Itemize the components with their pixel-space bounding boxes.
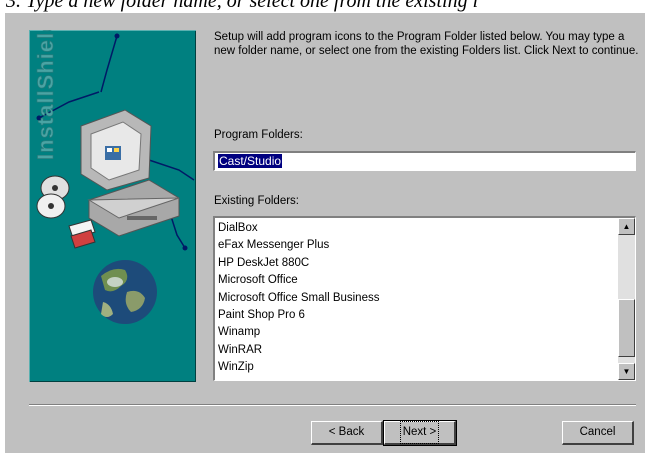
list-item[interactable]: Winamp	[218, 324, 615, 341]
program-folders-label: Program Folders:	[214, 129, 303, 141]
scrollbar-thumb[interactable]	[618, 299, 635, 357]
next-button-label: Next >	[399, 421, 440, 444]
vertical-scrollbar[interactable]: ▲ ▼	[618, 218, 635, 380]
installshield-side-panel: InstallShield	[29, 30, 196, 382]
back-button[interactable]: < Back	[311, 421, 383, 445]
divider	[29, 404, 636, 406]
program-folders-label-text: Program Folders:	[214, 129, 303, 141]
scroll-down-arrow-icon[interactable]: ▼	[618, 363, 635, 380]
existing-folders-list[interactable]: DialBox eFax Messenger Plus HP DeskJet 8…	[213, 216, 636, 381]
instructions-text: Setup will add program icons to the Prog…	[214, 31, 639, 57]
list-item[interactable]: Microsoft Office	[218, 272, 615, 289]
scroll-up-arrow-icon[interactable]: ▲	[618, 218, 635, 235]
existing-folders-label-text: Existing Folders:	[214, 195, 300, 207]
installshield-logo: InstallShield	[33, 30, 59, 160]
list-item[interactable]: Paint Shop Pro 6	[218, 307, 615, 324]
list-item[interactable]: WinZip	[218, 359, 615, 376]
program-folder-input[interactable]: Cast/Studio	[213, 151, 636, 171]
caption-text: 3. Type a new folder name, or select one…	[6, 0, 479, 12]
list-item[interactable]: DialBox	[218, 220, 615, 237]
setup-dialog: InstallShield Setup will add program ico…	[5, 13, 645, 453]
back-button-label: < Back	[328, 426, 365, 438]
cancel-button-label: Cancel	[579, 426, 616, 438]
list-item[interactable]: eFax Messenger Plus	[218, 237, 615, 254]
next-button[interactable]: Next >	[383, 420, 457, 446]
existing-folders-label: Existing Folders:	[214, 195, 299, 207]
svg-text:InstallShield: InstallShield	[33, 30, 58, 160]
list-item[interactable]: Microsoft Office Small Business	[218, 290, 615, 307]
program-folder-value: Cast/Studio	[218, 154, 283, 168]
list-item[interactable]: WinRAR	[218, 342, 615, 359]
cancel-button[interactable]: Cancel	[562, 421, 634, 445]
list-item[interactable]: HP DeskJet 880C	[218, 255, 615, 272]
